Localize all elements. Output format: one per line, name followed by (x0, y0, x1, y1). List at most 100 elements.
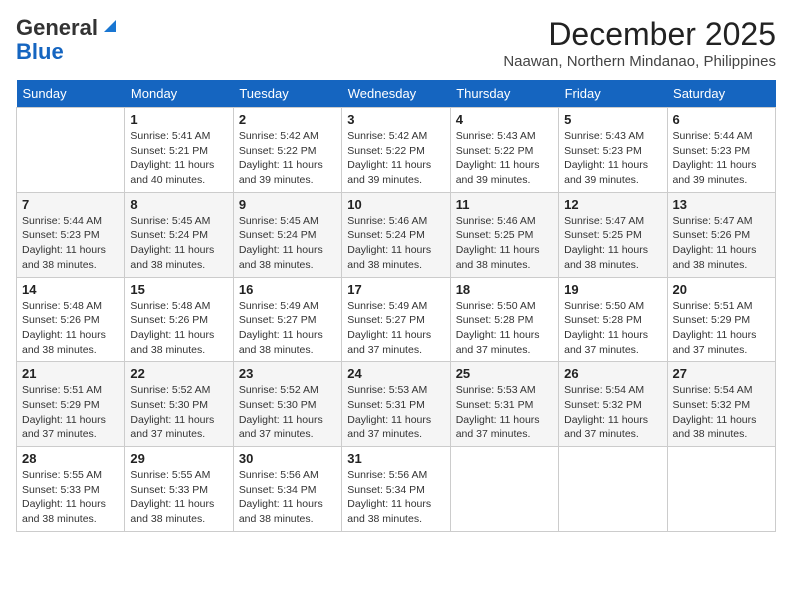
day-detail: Sunrise: 5:53 AMSunset: 5:31 PMDaylight:… (456, 383, 553, 442)
day-detail: Sunrise: 5:55 AMSunset: 5:33 PMDaylight:… (130, 468, 227, 527)
day-number: 31 (347, 451, 444, 466)
day-detail: Sunrise: 5:54 AMSunset: 5:32 PMDaylight:… (564, 383, 661, 442)
logo: General Blue (16, 16, 120, 64)
calendar-week-row: 14 Sunrise: 5:48 AMSunset: 5:26 PMDayligh… (17, 277, 776, 362)
weekday-header-tuesday: Tuesday (233, 80, 341, 108)
day-detail: Sunrise: 5:45 AMSunset: 5:24 PMDaylight:… (239, 214, 336, 273)
calendar-week-row: 21 Sunrise: 5:51 AMSunset: 5:29 PMDayligh… (17, 362, 776, 447)
day-number: 21 (22, 366, 119, 381)
day-number: 8 (130, 197, 227, 212)
day-number: 29 (130, 451, 227, 466)
weekday-header-sunday: Sunday (17, 80, 125, 108)
calendar-cell: 19 Sunrise: 5:50 AMSunset: 5:28 PMDayligh… (559, 277, 667, 362)
day-detail: Sunrise: 5:43 AMSunset: 5:22 PMDaylight:… (456, 129, 553, 188)
day-number: 16 (239, 282, 336, 297)
day-number: 25 (456, 366, 553, 381)
day-number: 23 (239, 366, 336, 381)
weekday-header-row: SundayMondayTuesdayWednesdayThursdayFrid… (17, 80, 776, 108)
day-number: 14 (22, 282, 119, 297)
day-number: 1 (130, 112, 227, 127)
calendar-cell: 21 Sunrise: 5:51 AMSunset: 5:29 PMDayligh… (17, 362, 125, 447)
calendar-cell: 3 Sunrise: 5:42 AMSunset: 5:22 PMDaylight… (342, 108, 450, 193)
calendar-cell: 11 Sunrise: 5:46 AMSunset: 5:25 PMDayligh… (450, 192, 558, 277)
weekday-header-monday: Monday (125, 80, 233, 108)
calendar-cell: 30 Sunrise: 5:56 AMSunset: 5:34 PMDayligh… (233, 447, 341, 532)
day-detail: Sunrise: 5:41 AMSunset: 5:21 PMDaylight:… (130, 129, 227, 188)
calendar-cell: 28 Sunrise: 5:55 AMSunset: 5:33 PMDayligh… (17, 447, 125, 532)
calendar-cell (17, 108, 125, 193)
day-number: 24 (347, 366, 444, 381)
day-number: 7 (22, 197, 119, 212)
calendar-week-row: 7 Sunrise: 5:44 AMSunset: 5:23 PMDaylight… (17, 192, 776, 277)
day-detail: Sunrise: 5:47 AMSunset: 5:25 PMDaylight:… (564, 214, 661, 273)
calendar-cell (450, 447, 558, 532)
day-detail: Sunrise: 5:55 AMSunset: 5:33 PMDaylight:… (22, 468, 119, 527)
day-detail: Sunrise: 5:47 AMSunset: 5:26 PMDaylight:… (673, 214, 770, 273)
day-detail: Sunrise: 5:51 AMSunset: 5:29 PMDaylight:… (22, 383, 119, 442)
day-detail: Sunrise: 5:43 AMSunset: 5:23 PMDaylight:… (564, 129, 661, 188)
day-detail: Sunrise: 5:48 AMSunset: 5:26 PMDaylight:… (22, 299, 119, 358)
weekday-header-saturday: Saturday (667, 80, 775, 108)
calendar-cell: 23 Sunrise: 5:52 AMSunset: 5:30 PMDayligh… (233, 362, 341, 447)
day-detail: Sunrise: 5:54 AMSunset: 5:32 PMDaylight:… (673, 383, 770, 442)
calendar-cell (559, 447, 667, 532)
day-number: 9 (239, 197, 336, 212)
calendar-cell: 10 Sunrise: 5:46 AMSunset: 5:24 PMDayligh… (342, 192, 450, 277)
day-number: 27 (673, 366, 770, 381)
day-number: 5 (564, 112, 661, 127)
day-number: 3 (347, 112, 444, 127)
calendar-cell: 8Sunrise: 5:45 AMSunset: 5:24 PMDaylight… (125, 192, 233, 277)
day-number: 17 (347, 282, 444, 297)
calendar-cell: 20Sunrise: 5:51 AMSunset: 5:29 PMDayligh… (667, 277, 775, 362)
calendar-week-row: 1 Sunrise: 5:41 AMSunset: 5:21 PMDaylight… (17, 108, 776, 193)
day-detail: Sunrise: 5:49 AMSunset: 5:27 PMDaylight:… (347, 299, 444, 358)
day-detail: Sunrise: 5:48 AMSunset: 5:26 PMDaylight:… (130, 299, 227, 358)
page-header: General Blue December 2025 Naawan, North… (16, 16, 776, 70)
calendar-cell: 14 Sunrise: 5:48 AMSunset: 5:26 PMDayligh… (17, 277, 125, 362)
day-number: 11 (456, 197, 553, 212)
calendar-cell: 16Sunrise: 5:49 AMSunset: 5:27 PMDayligh… (233, 277, 341, 362)
weekday-header-thursday: Thursday (450, 80, 558, 108)
day-number: 22 (130, 366, 227, 381)
day-number: 2 (239, 112, 336, 127)
calendar-week-row: 28 Sunrise: 5:55 AMSunset: 5:33 PMDayligh… (17, 447, 776, 532)
calendar-cell (667, 447, 775, 532)
calendar-cell: 29 Sunrise: 5:55 AMSunset: 5:33 PMDayligh… (125, 447, 233, 532)
day-detail: Sunrise: 5:46 AMSunset: 5:25 PMDaylight:… (456, 214, 553, 273)
logo-general: General (16, 16, 98, 40)
day-number: 6 (673, 112, 770, 127)
day-detail: Sunrise: 5:52 AMSunset: 5:30 PMDaylight:… (239, 383, 336, 442)
day-number: 19 (564, 282, 661, 297)
day-detail: Sunrise: 5:44 AMSunset: 5:23 PMDaylight:… (22, 214, 119, 273)
day-detail: Sunrise: 5:51 AMSunset: 5:29 PMDaylight:… (673, 299, 770, 358)
title-area: December 2025 Naawan, Northern Mindanao,… (503, 16, 776, 70)
day-number: 4 (456, 112, 553, 127)
day-detail: Sunrise: 5:56 AMSunset: 5:34 PMDaylight:… (239, 468, 336, 527)
location-title: Naawan, Northern Mindanao, Philippines (503, 53, 776, 70)
day-number: 18 (456, 282, 553, 297)
day-detail: Sunrise: 5:46 AMSunset: 5:24 PMDaylight:… (347, 214, 444, 273)
day-number: 12 (564, 197, 661, 212)
month-title: December 2025 (503, 16, 776, 53)
calendar-cell: 24 Sunrise: 5:53 AMSunset: 5:31 PMDayligh… (342, 362, 450, 447)
calendar-cell: 9 Sunrise: 5:45 AMSunset: 5:24 PMDaylight… (233, 192, 341, 277)
logo-blue: Blue (16, 40, 64, 64)
day-number: 30 (239, 451, 336, 466)
calendar-cell: 27 Sunrise: 5:54 AMSunset: 5:32 PMDayligh… (667, 362, 775, 447)
calendar-cell: 18Sunrise: 5:50 AMSunset: 5:28 PMDayligh… (450, 277, 558, 362)
calendar-cell: 6 Sunrise: 5:44 AMSunset: 5:23 PMDaylight… (667, 108, 775, 193)
calendar-cell: 5 Sunrise: 5:43 AMSunset: 5:23 PMDaylight… (559, 108, 667, 193)
day-detail: Sunrise: 5:52 AMSunset: 5:30 PMDaylight:… (130, 383, 227, 442)
day-number: 10 (347, 197, 444, 212)
calendar-table: SundayMondayTuesdayWednesdayThursdayFrid… (16, 80, 776, 532)
calendar-cell: 2Sunrise: 5:42 AMSunset: 5:22 PMDaylight… (233, 108, 341, 193)
day-number: 26 (564, 366, 661, 381)
day-detail: Sunrise: 5:42 AMSunset: 5:22 PMDaylight:… (347, 129, 444, 188)
calendar-cell: 22 Sunrise: 5:52 AMSunset: 5:30 PMDayligh… (125, 362, 233, 447)
day-detail: Sunrise: 5:53 AMSunset: 5:31 PMDaylight:… (347, 383, 444, 442)
day-number: 28 (22, 451, 119, 466)
day-detail: Sunrise: 5:50 AMSunset: 5:28 PMDaylight:… (564, 299, 661, 358)
day-detail: Sunrise: 5:44 AMSunset: 5:23 PMDaylight:… (673, 129, 770, 188)
day-number: 13 (673, 197, 770, 212)
calendar-cell: 13 Sunrise: 5:47 AMSunset: 5:26 PMDayligh… (667, 192, 775, 277)
